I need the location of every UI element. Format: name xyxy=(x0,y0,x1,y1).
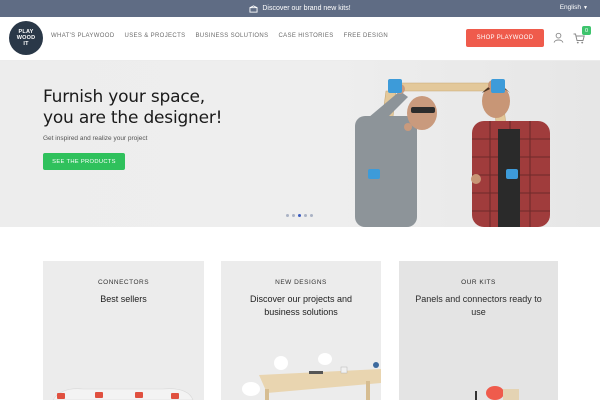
slider-dot[interactable] xyxy=(286,214,289,217)
card-heading: Best sellers xyxy=(100,294,147,304)
kits-image xyxy=(475,386,519,400)
card-kicker: OUR KITS xyxy=(461,279,496,286)
hero-title-line-1: Furnish your space, xyxy=(43,87,205,107)
hero-subtitle: Get inspired and realize your project xyxy=(43,135,148,142)
see-products-button[interactable]: SEE THE PRODUCTS xyxy=(43,153,125,170)
shop-playwood-button[interactable]: SHOP PLAYWOOD xyxy=(466,29,544,47)
card-our-kits[interactable]: OUR KITS Panels and connectors ready to … xyxy=(399,261,558,400)
card-kicker: CONNECTORS xyxy=(97,279,150,286)
slider-dot[interactable] xyxy=(310,214,313,217)
hero-image xyxy=(355,79,550,227)
logo-line-3: IT xyxy=(23,41,29,47)
connectors-image xyxy=(52,388,194,400)
card-new-designs[interactable]: NEW DESIGNS Discover our projects and bu… xyxy=(221,261,381,400)
user-icon[interactable] xyxy=(553,32,564,43)
site-header: PLAY WOOD IT WHAT'S PLAYWOOD USES & PROJ… xyxy=(0,17,600,61)
language-label: English xyxy=(559,4,582,11)
card-kicker: NEW DESIGNS xyxy=(275,279,327,286)
nav-whats-playwood[interactable]: WHAT'S PLAYWOOD xyxy=(51,33,115,39)
hero-title-line-2: you are the designer! xyxy=(43,108,223,128)
chevron-down-icon: ▼ xyxy=(583,5,588,11)
slider-dot[interactable] xyxy=(304,214,307,217)
card-connectors[interactable]: CONNECTORS Best sellers xyxy=(43,261,204,400)
nav-uses-projects[interactable]: USES & PROJECTS xyxy=(125,33,186,39)
hero-title: Furnish your space, you are the designer… xyxy=(43,87,223,129)
person-left xyxy=(355,84,437,227)
playwood-logo[interactable]: PLAY WOOD IT xyxy=(9,21,43,55)
designs-image xyxy=(242,353,381,400)
kit-icon xyxy=(249,4,258,13)
slider-dot-active[interactable] xyxy=(298,214,301,217)
language-selector[interactable]: English ▼ xyxy=(560,4,588,11)
card-heading: Panels and connectors ready to use xyxy=(415,294,542,317)
nav-free-design[interactable]: FREE DESIGN xyxy=(344,33,389,39)
slider-dot[interactable] xyxy=(292,214,295,217)
announcement-bar[interactable]: Discover our brand new kits! English ▼ xyxy=(0,0,600,17)
announcement-text[interactable]: Discover our brand new kits! xyxy=(262,5,350,12)
nav-case-histories[interactable]: CASE HISTORIES xyxy=(278,33,333,39)
nav-business-solutions[interactable]: BUSINESS SOLUTIONS xyxy=(195,33,268,39)
main-nav: WHAT'S PLAYWOOD USES & PROJECTS BUSINESS… xyxy=(51,33,398,39)
cart-count-badge: 0 xyxy=(582,26,591,35)
card-heading: Discover our projects and business solut… xyxy=(249,294,353,317)
hero-banner: Furnish your space, you are the designer… xyxy=(0,61,600,227)
person-right xyxy=(471,80,550,227)
slider-dots xyxy=(286,214,313,217)
section-spacer xyxy=(0,227,600,261)
